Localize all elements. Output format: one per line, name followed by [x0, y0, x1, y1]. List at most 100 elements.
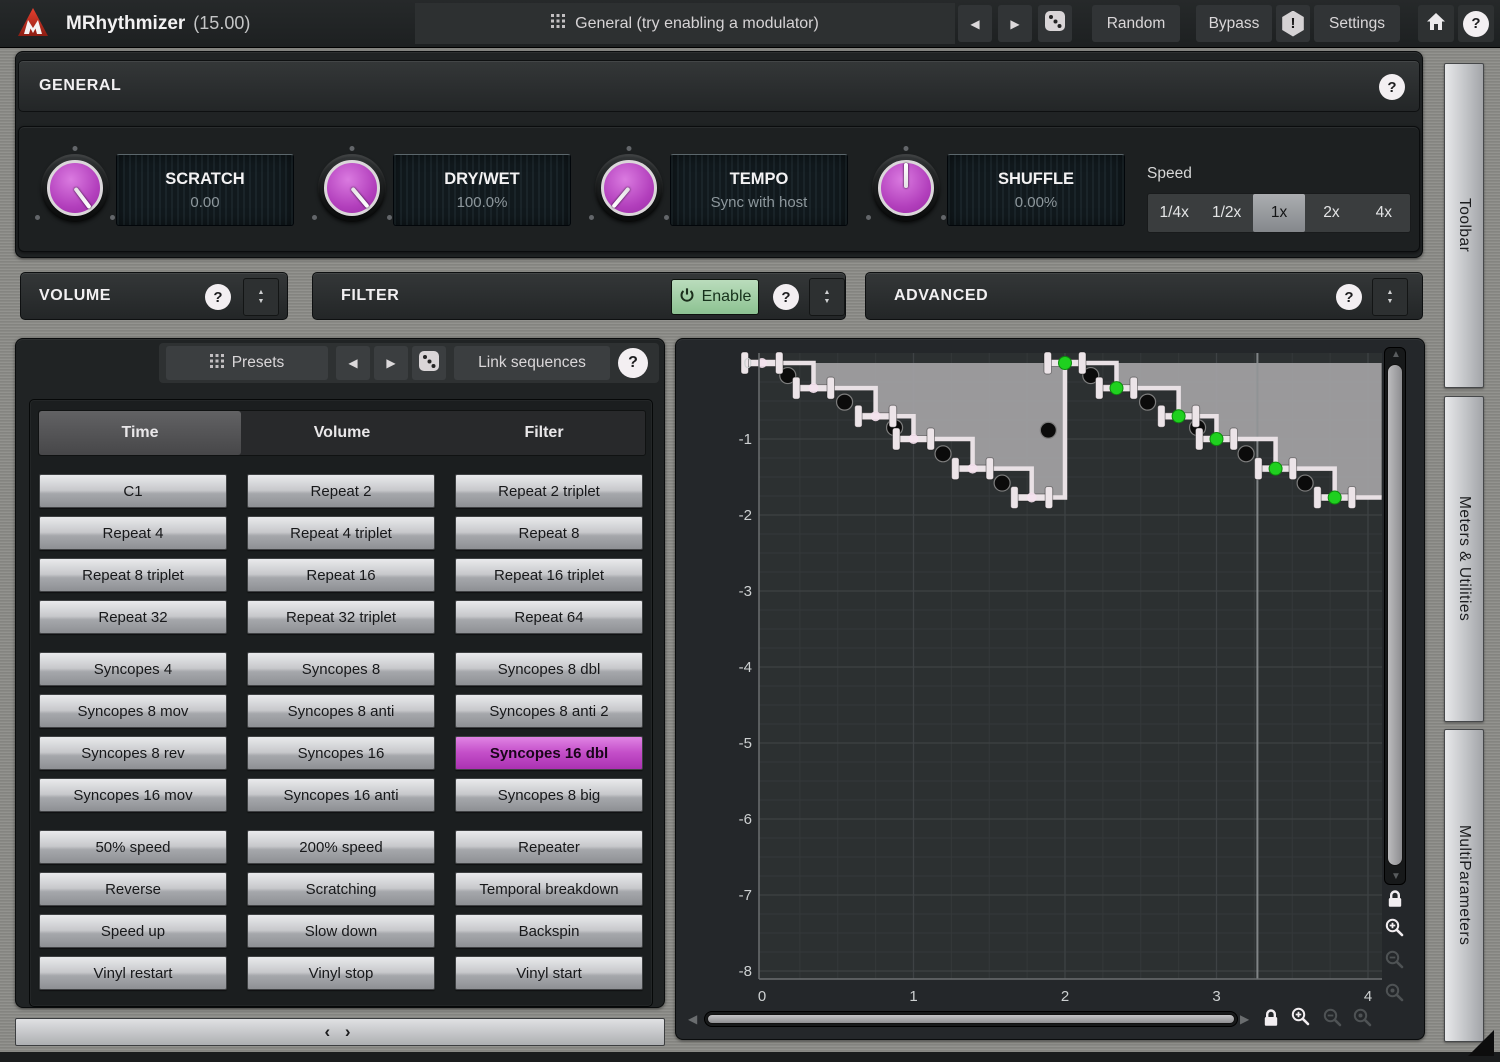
scroll-left-icon[interactable]: ◀: [688, 1014, 697, 1024]
preset-prev-button[interactable]: ◀: [958, 5, 992, 42]
sequence-button-c1[interactable]: C1: [39, 474, 227, 508]
sequence-button-repeat-32[interactable]: Repeat 32: [39, 600, 227, 634]
help-button[interactable]: ?: [1458, 5, 1494, 42]
alert-button[interactable]: !: [1276, 5, 1310, 42]
speed-option-4x[interactable]: 4x: [1358, 194, 1410, 232]
sequence-button-vinyl-start[interactable]: Vinyl start: [455, 956, 643, 990]
sequence-button-repeat-2-triplet[interactable]: Repeat 2 triplet: [455, 474, 643, 508]
sequence-prev-button[interactable]: ◀: [336, 346, 370, 380]
filter-help-icon[interactable]: ?: [773, 284, 799, 310]
zoom-out-icon[interactable]: [1384, 949, 1406, 971]
bypass-button[interactable]: Bypass: [1196, 5, 1272, 42]
speed-option-1-4x[interactable]: 1/4x: [1148, 194, 1200, 232]
sequence-button-vinyl-stop[interactable]: Vinyl stop: [247, 956, 435, 990]
advanced-section-header[interactable]: ADVANCED ? ▲ ▼: [865, 272, 1423, 320]
scratch-knob[interactable]: [41, 154, 109, 222]
side-tab-toolbar[interactable]: Toolbar: [1444, 63, 1484, 388]
sequence-button-syncopes-8[interactable]: Syncopes 8: [247, 652, 435, 686]
filter-section-header[interactable]: FILTER Enable ? ▲ ▼: [312, 272, 846, 320]
volume-help-icon[interactable]: ?: [205, 284, 231, 310]
sequence-button-syncopes-4[interactable]: Syncopes 4: [39, 652, 227, 686]
filter-enable-button[interactable]: Enable: [671, 279, 759, 315]
preset-next-button[interactable]: ▶: [998, 5, 1032, 42]
zoom-lock-icon[interactable]: [1384, 888, 1406, 910]
scroll-right-icon[interactable]: ▶: [1240, 1014, 1249, 1024]
scroll-down-icon[interactable]: ▼: [1391, 872, 1401, 882]
sequence-button-syncopes-16-anti[interactable]: Syncopes 16 anti: [247, 778, 435, 812]
side-tab-meters-utilities[interactable]: Meters & Utilities: [1444, 396, 1484, 722]
dry/wet-display[interactable]: DRY/WET 100.0%: [393, 154, 571, 226]
sequence-button-scratching[interactable]: Scratching: [247, 872, 435, 906]
speed-option-1-2x[interactable]: 1/2x: [1200, 194, 1252, 232]
home-button[interactable]: [1418, 5, 1454, 42]
graph-horizontal-scrollbar[interactable]: [704, 1011, 1238, 1027]
shuffle-display[interactable]: SHUFFLE 0.00%: [947, 154, 1125, 226]
sequence-button-repeat-16[interactable]: Repeat 16: [247, 558, 435, 592]
sequence-button-repeat-8[interactable]: Repeat 8: [455, 516, 643, 550]
zoom-fit-icon[interactable]: [1352, 1007, 1374, 1029]
link-sequences-button[interactable]: Link sequences: [454, 346, 610, 380]
vertical-scroll-thumb[interactable]: [1387, 364, 1403, 866]
advanced-help-icon[interactable]: ?: [1336, 284, 1362, 310]
sequence-button-repeat-4[interactable]: Repeat 4: [39, 516, 227, 550]
volume-section-header[interactable]: VOLUME ? ▲ ▼: [20, 272, 288, 320]
scratch-display[interactable]: SCRATCH 0.00: [116, 154, 294, 226]
chevron-down-icon: ▼: [824, 298, 831, 305]
sequence-button-temporal-breakdown[interactable]: Temporal breakdown: [455, 872, 643, 906]
sequence-button-vinyl-restart[interactable]: Vinyl restart: [39, 956, 227, 990]
sequences-presets-button[interactable]: Presets: [166, 346, 328, 380]
tempo-display[interactable]: TEMPO Sync with host: [670, 154, 848, 226]
general-help-icon[interactable]: ?: [1379, 74, 1405, 100]
sequence-next-button[interactable]: ▶: [374, 346, 408, 380]
sequence-button-syncopes-16[interactable]: Syncopes 16: [247, 736, 435, 770]
zoom-in-icon[interactable]: [1384, 917, 1406, 939]
settings-button[interactable]: Settings: [1314, 5, 1400, 42]
sequence-button-syncopes-8-big[interactable]: Syncopes 8 big: [455, 778, 643, 812]
sequence-button-slow-down[interactable]: Slow down: [247, 914, 435, 948]
sequence-button-repeater[interactable]: Repeater: [455, 830, 643, 864]
sequence-button-repeat-4-triplet[interactable]: Repeat 4 triplet: [247, 516, 435, 550]
shuffle-knob[interactable]: [872, 154, 940, 222]
sequence-button-repeat-2[interactable]: Repeat 2: [247, 474, 435, 508]
sequence-random-button[interactable]: [412, 346, 446, 380]
sequence-button-syncopes-8-dbl[interactable]: Syncopes 8 dbl: [455, 652, 643, 686]
sequence-button-syncopes-16-dbl[interactable]: Syncopes 16 dbl: [455, 736, 643, 770]
side-tab-multiparameters[interactable]: MultiParameters: [1444, 729, 1484, 1042]
preset-selector[interactable]: General (try enabling a modulator): [415, 3, 955, 44]
sequence-button-syncopes-8-mov[interactable]: Syncopes 8 mov: [39, 694, 227, 728]
sequence-button-syncopes-8-rev[interactable]: Syncopes 8 rev: [39, 736, 227, 770]
sequence-button-50-speed[interactable]: 50% speed: [39, 830, 227, 864]
graph-vertical-scrollbar[interactable]: ▲ ▼: [1384, 347, 1406, 885]
sequence-button-syncopes-8-anti-2[interactable]: Syncopes 8 anti 2: [455, 694, 643, 728]
tempo-knob[interactable]: [595, 154, 663, 222]
sequence-button-repeat-64[interactable]: Repeat 64: [455, 600, 643, 634]
speed-option-1x[interactable]: 1x: [1253, 194, 1305, 232]
sequences-resize-bar[interactable]: ‹ ›: [15, 1018, 665, 1046]
sequence-button-speed-up[interactable]: Speed up: [39, 914, 227, 948]
zoom-out-icon[interactable]: [1322, 1007, 1344, 1029]
zoom-in-icon[interactable]: [1290, 1006, 1312, 1028]
volume-collapse-button[interactable]: ▲ ▼: [243, 278, 279, 316]
horizontal-scroll-thumb[interactable]: [707, 1014, 1235, 1024]
sequence-button-200-speed[interactable]: 200% speed: [247, 830, 435, 864]
sequences-help-icon[interactable]: ?: [618, 348, 648, 378]
sequence-editor-canvas[interactable]: 0-1-2-3-4-5-6-7-801234: [676, 339, 1426, 1039]
sequence-button-repeat-8-triplet[interactable]: Repeat 8 triplet: [39, 558, 227, 592]
sequence-button-repeat-16-triplet[interactable]: Repeat 16 triplet: [455, 558, 643, 592]
sequence-button-syncopes-16-mov[interactable]: Syncopes 16 mov: [39, 778, 227, 812]
scroll-up-icon[interactable]: ▲: [1391, 350, 1401, 360]
sequence-button-repeat-32-triplet[interactable]: Repeat 32 triplet: [247, 600, 435, 634]
window-resize-handle[interactable]: [1468, 1030, 1494, 1056]
sequence-button-syncopes-8-anti[interactable]: Syncopes 8 anti: [247, 694, 435, 728]
general-header[interactable]: GENERAL ?: [18, 60, 1420, 112]
zoom-lock-icon[interactable]: [1260, 1007, 1282, 1029]
random-button[interactable]: Random: [1092, 5, 1180, 42]
dry/wet-knob[interactable]: [318, 154, 386, 222]
sequence-button-backspin[interactable]: Backspin: [455, 914, 643, 948]
sequence-button-reverse[interactable]: Reverse: [39, 872, 227, 906]
filter-collapse-button[interactable]: ▲ ▼: [809, 278, 845, 316]
speed-option-2x[interactable]: 2x: [1305, 194, 1357, 232]
advanced-collapse-button[interactable]: ▲ ▼: [1372, 278, 1408, 316]
zoom-fit-icon[interactable]: [1384, 982, 1406, 1004]
randomize-dice-button[interactable]: [1038, 5, 1072, 42]
